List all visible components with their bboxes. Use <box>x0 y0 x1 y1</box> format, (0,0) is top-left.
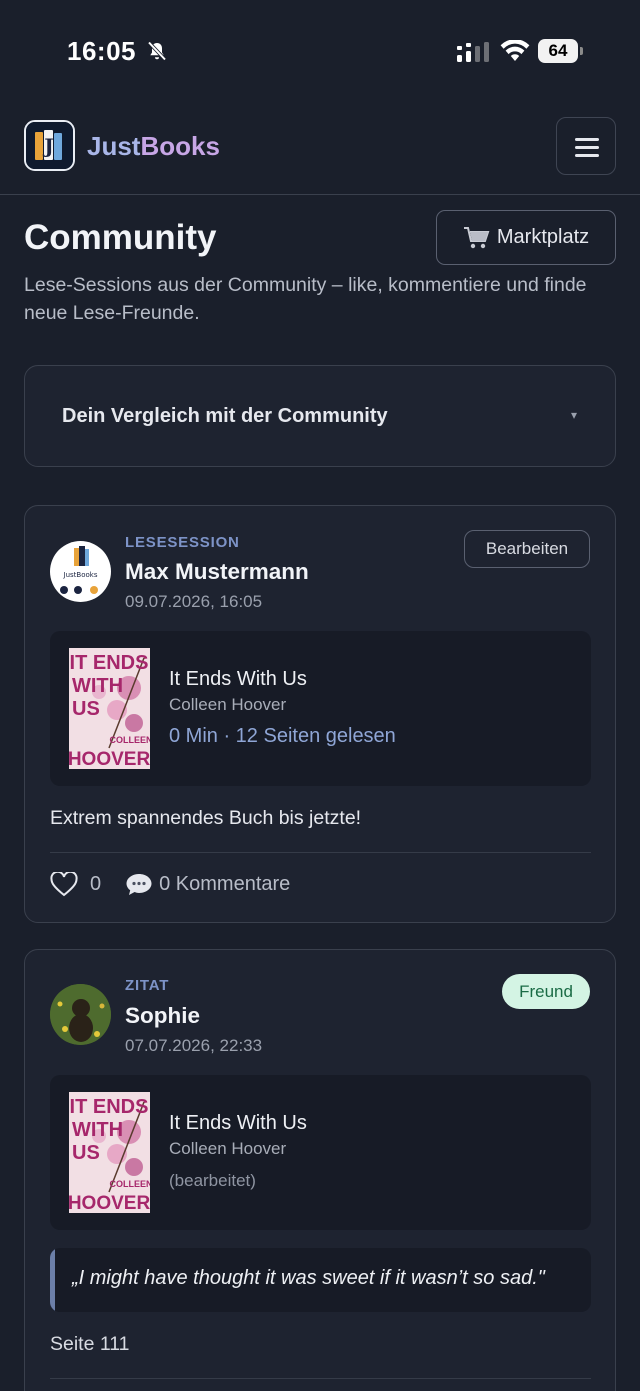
marketplace-label: Marktplatz <box>496 226 590 248</box>
cover-title-line2: WITH <box>72 675 123 697</box>
hamburger-menu-button[interactable] <box>556 117 616 175</box>
friend-badge: Freund <box>502 974 590 1009</box>
page-subtitle: Lese-Sessions aus der Community – like, … <box>24 274 587 324</box>
comment-bubble-icon[interactable] <box>125 872 153 897</box>
avatar-photo-icon <box>50 984 111 1045</box>
book-info[interactable]: IT ENDS WITH US COLLEEN HOOVER It Ends W… <box>50 631 591 786</box>
chevron-down-icon: ▾ <box>570 408 577 422</box>
compare-label: Dein Vergleich mit der Community <box>62 405 388 427</box>
wifi-icon <box>500 40 530 61</box>
brand-part-just: Just <box>87 131 141 161</box>
book-cover: IT ENDS WITH US COLLEEN HOOVER <box>69 648 150 769</box>
post-date: 09.07.2026, 16:05 <box>125 592 263 611</box>
post-card: ZITAT Sophie 07.07.2026, 22:33 Freund IT… <box>24 949 616 1391</box>
cover-title-line2: WITH <box>72 1119 123 1141</box>
book-author: Colleen Hoover <box>169 695 287 714</box>
status-bar: 16:05 64 <box>0 0 640 100</box>
reading-stats: 0 Min · 12 Seiten gelesen <box>169 725 396 747</box>
divider <box>50 1378 591 1379</box>
brand-part-books: Books <box>140 131 220 161</box>
edited-note: (bearbeitet) <box>169 1171 256 1190</box>
cover-title-line1: IT ENDS <box>70 652 149 674</box>
signal-icon <box>457 42 489 62</box>
heart-icon[interactable] <box>50 871 78 897</box>
post-type: LESESESSION <box>125 534 240 551</box>
cover-title-line1: IT ENDS <box>70 1096 149 1118</box>
post-type: ZITAT <box>125 977 170 994</box>
avatar[interactable] <box>50 984 111 1045</box>
comments-link[interactable]: 0 Kommentare <box>159 873 290 896</box>
battery-level: 64 <box>538 39 578 63</box>
cover-author-first: COLLEEN <box>109 735 150 745</box>
book-author: Colleen Hoover <box>169 1139 287 1158</box>
community-compare-toggle[interactable]: Dein Vergleich mit der Community ▾ <box>24 365 616 467</box>
navbar: J JustBooks <box>0 100 640 195</box>
status-time: 16:05 <box>67 36 136 66</box>
cover-author-last: HOOVER <box>69 749 150 769</box>
cart-icon <box>463 226 490 248</box>
marketplace-button[interactable]: Marktplatz <box>436 210 616 265</box>
book-title: It Ends With Us <box>169 668 307 690</box>
avatar-logo-icon: JustBooks <box>60 546 98 594</box>
books-logo-icon: J <box>26 122 73 169</box>
cover-author-first: COLLEEN <box>109 1179 150 1189</box>
divider <box>50 852 591 853</box>
brand-name[interactable]: JustBooks <box>87 131 220 162</box>
post-date: 07.07.2026, 22:33 <box>125 1036 263 1055</box>
like-count: 0 <box>90 872 102 895</box>
post-username[interactable]: Sophie <box>125 1003 200 1029</box>
quote-block: „I might have thought it was sweet if it… <box>50 1248 591 1312</box>
avatar[interactable]: JustBooks <box>50 541 111 602</box>
svg-text:J: J <box>42 134 53 158</box>
cover-author-last: HOOVER <box>69 1193 150 1213</box>
cover-title-line3: US <box>72 1142 100 1164</box>
page-title: Community <box>24 218 217 257</box>
quote-bar <box>50 1248 55 1312</box>
book-cover: IT ENDS WITH US COLLEEN HOOVER <box>69 1092 150 1213</box>
quote-text: „I might have thought it was sweet if it… <box>72 1267 545 1289</box>
edit-button[interactable]: Bearbeiten <box>464 530 590 568</box>
cover-title-line3: US <box>72 698 100 720</box>
post-card: JustBooks LESESESSION Max Mustermann 09.… <box>24 505 616 923</box>
post-username[interactable]: Max Mustermann <box>125 559 309 585</box>
post-text: Extrem spannendes Buch bis jetzte! <box>50 807 362 829</box>
page-reference: Seite 111 <box>50 1333 130 1355</box>
avatar-brand-text: JustBooks <box>63 571 98 579</box>
battery-icon: 64 <box>538 39 584 63</box>
book-title: It Ends With Us <box>169 1112 307 1134</box>
app-logo[interactable]: J <box>24 120 75 171</box>
book-info[interactable]: IT ENDS WITH US COLLEEN HOOVER It Ends W… <box>50 1075 591 1230</box>
post-actions: 0 0 Kommentare <box>50 869 290 899</box>
bell-slash-icon <box>147 41 167 61</box>
